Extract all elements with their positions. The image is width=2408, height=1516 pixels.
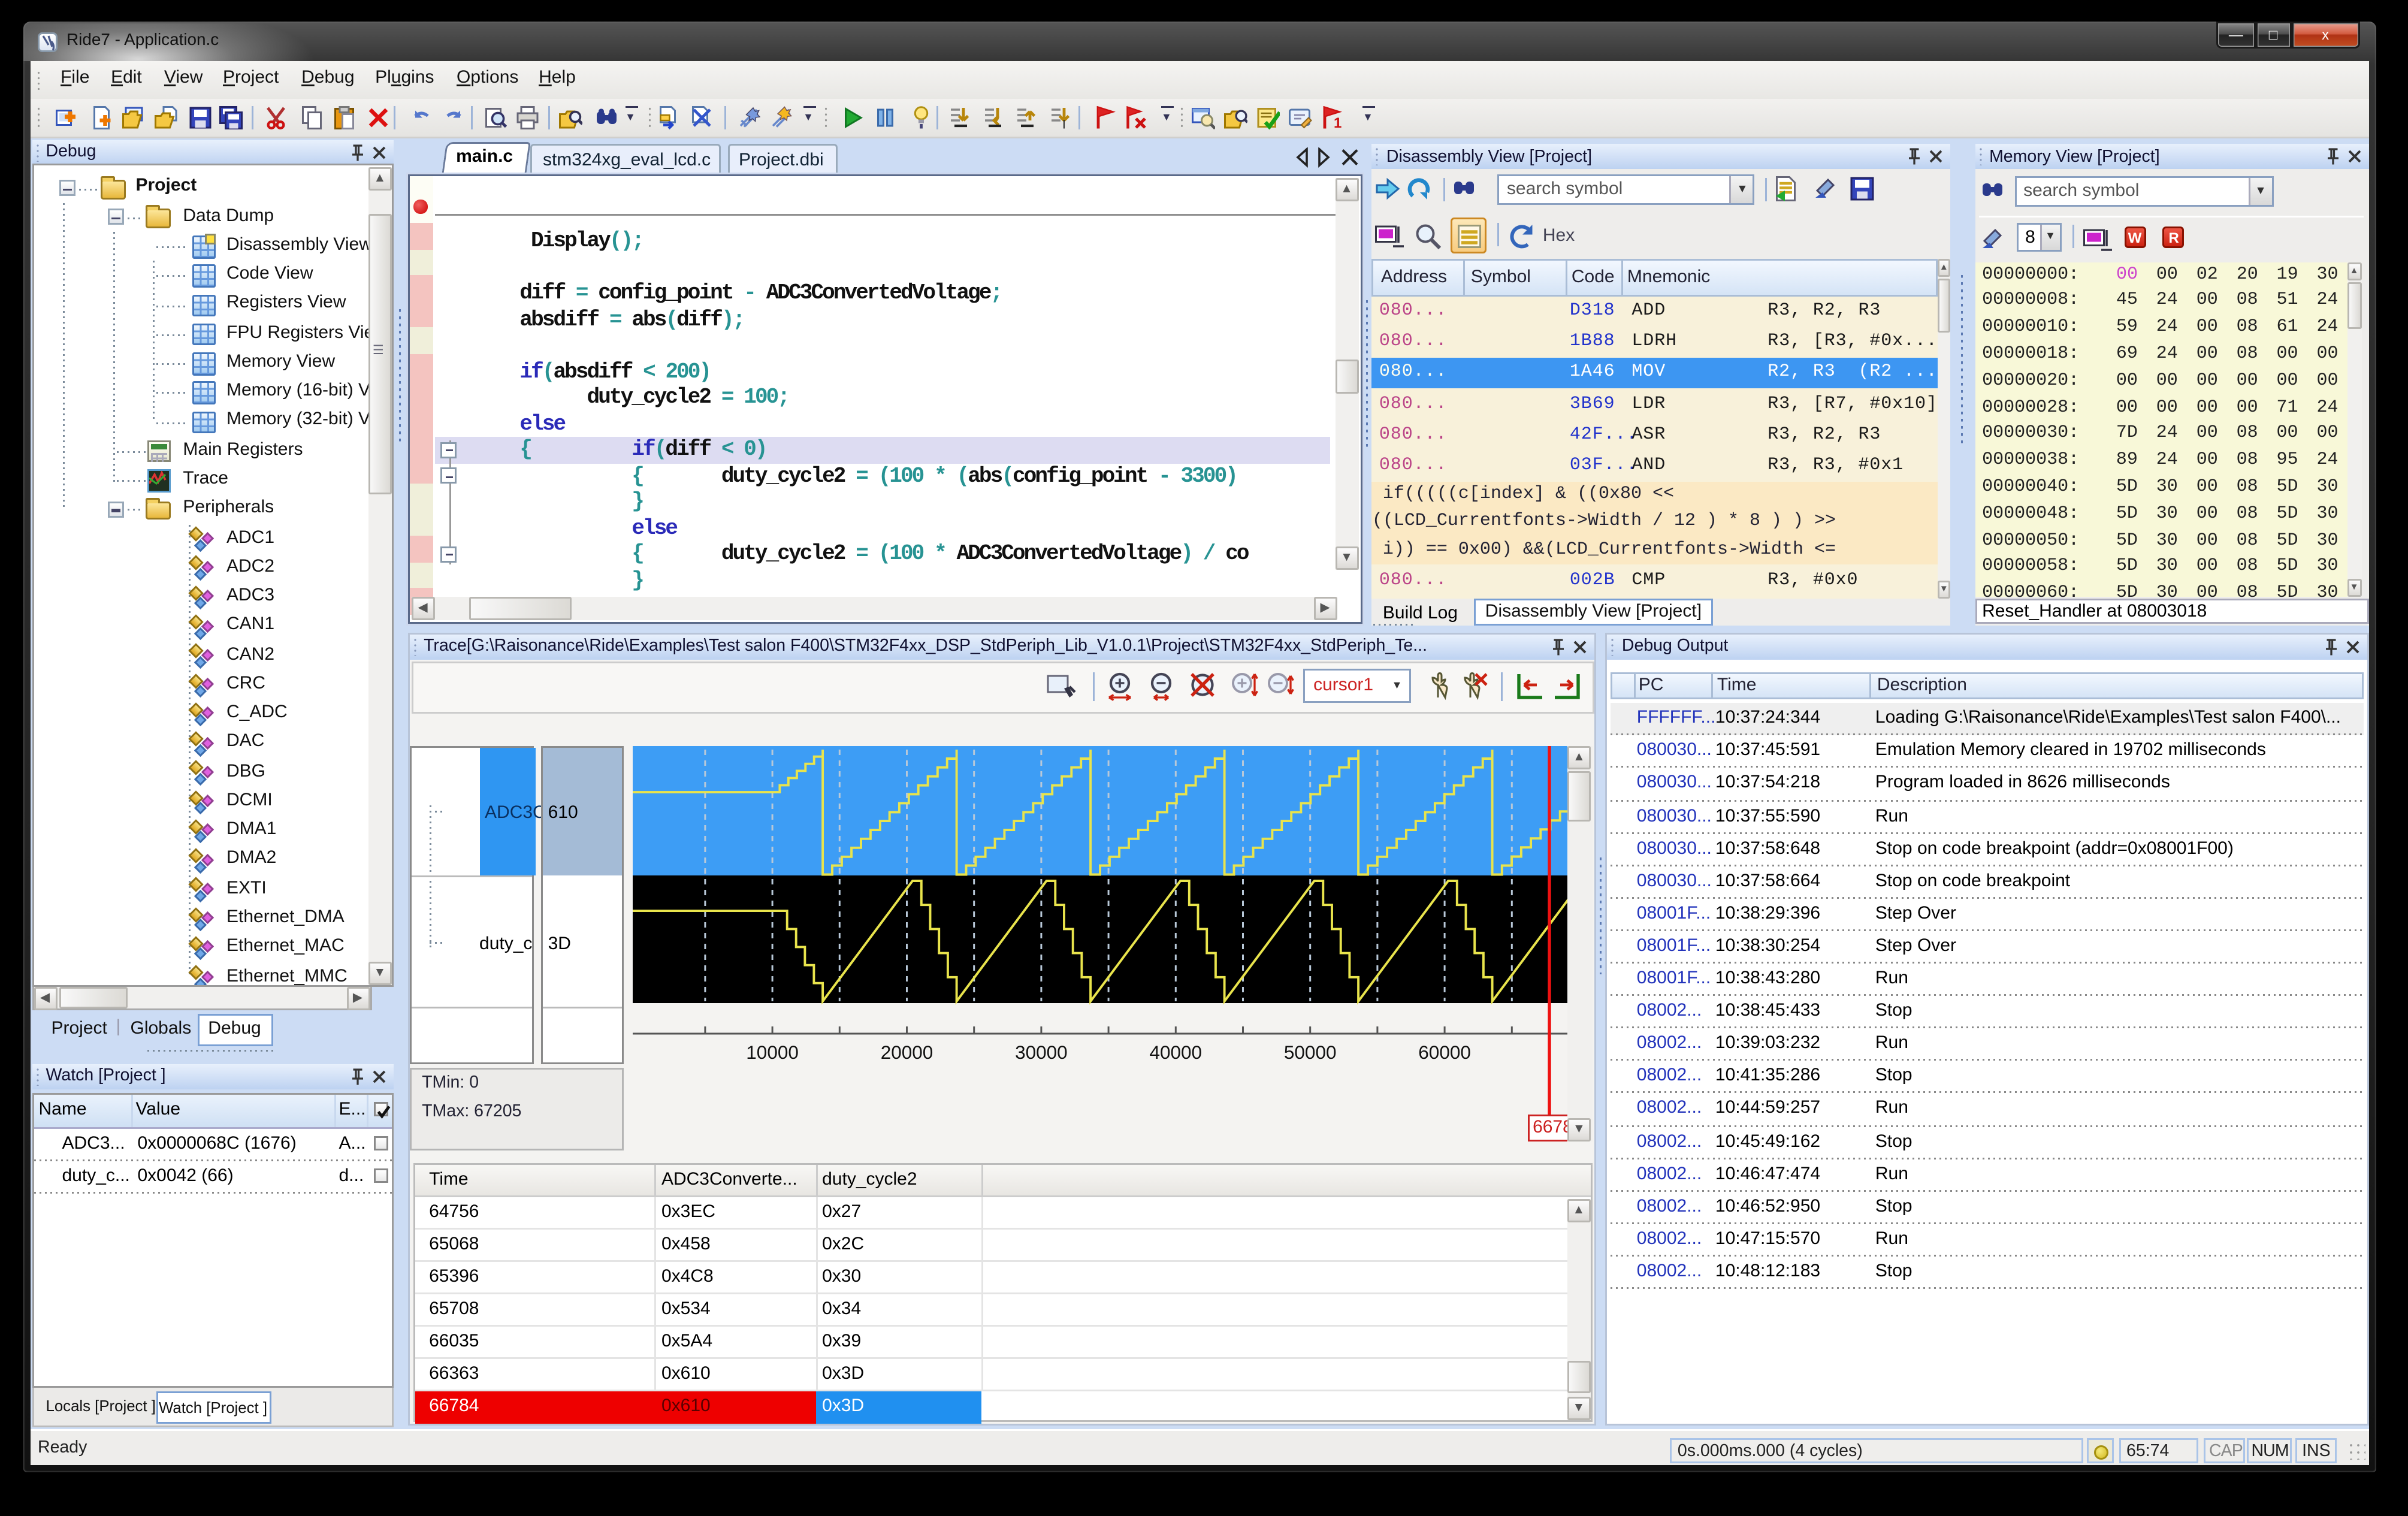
svg-text:50000: 50000 bbox=[1283, 1041, 1336, 1062]
svg-text:10000: 10000 bbox=[745, 1041, 798, 1062]
svg-text:40000: 40000 bbox=[1149, 1041, 1202, 1062]
svg-text:30000: 30000 bbox=[1014, 1041, 1067, 1062]
svg-text:I: I bbox=[1062, 117, 1065, 129]
svg-text:20000: 20000 bbox=[880, 1041, 933, 1062]
svg-text:60000: 60000 bbox=[1418, 1041, 1470, 1062]
svg-text:1: 1 bbox=[1334, 114, 1342, 129]
